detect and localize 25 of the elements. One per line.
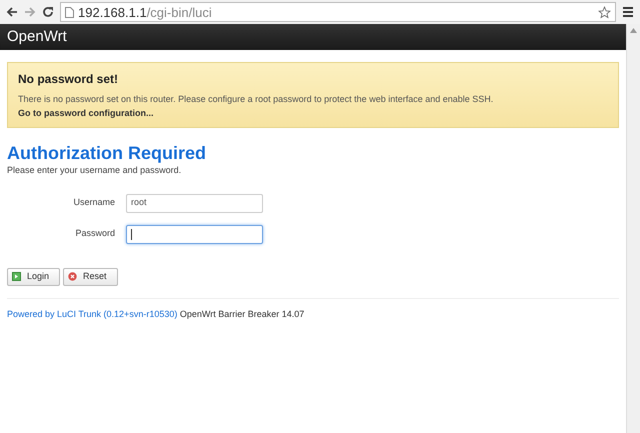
field-label: Username [72,196,116,210]
luci-link[interactable]: Powered by LuCI Trunk (0.12+svn-r10530) [7,308,178,318]
input-field[interactable]: root [126,194,263,212]
page-icon [65,6,74,18]
menu-icon[interactable] [622,6,634,18]
footer-text: OpenWrt Barrier Breaker 14.07 [180,308,304,318]
page-title: Authorization Required [7,142,207,164]
page-subtitle: Please enter your username and password. [7,164,182,177]
alert-title: No password set! [18,71,120,88]
scrollbar[interactable] [626,24,640,433]
reset-icon [68,272,78,281]
form-button[interactable]: Login [7,268,60,286]
star-icon[interactable] [598,6,611,18]
login-icon [12,272,21,281]
input-field[interactable] [126,224,263,244]
brand-title[interactable]: OpenWrt [7,26,67,48]
alert-message: There is no password set on this router. Please configure a root password to protect the web interface and enable SSH. [18,93,494,106]
form-button[interactable]: Reset [63,268,118,286]
url-path: /cgi-bin/luci [146,4,212,20]
field-label: Password [74,227,116,240]
address-bar[interactable]: 192.168.1.1/cgi-bin/luci [60,2,616,22]
back-icon[interactable] [6,6,18,18]
reload-icon[interactable] [42,6,54,18]
url-host: 192.168.1.1 [78,4,147,20]
password-config-link[interactable]: Go to password configuration... [18,106,608,120]
